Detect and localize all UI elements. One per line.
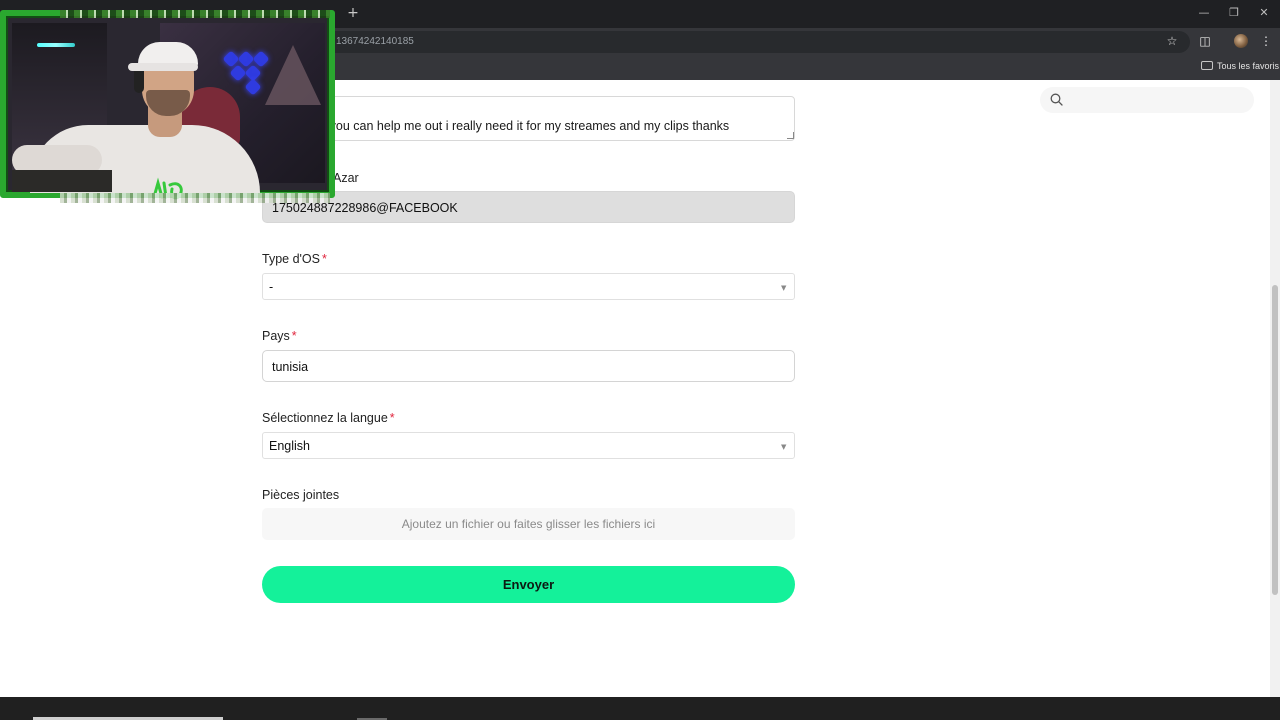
- site-search-input[interactable]: [1040, 87, 1254, 113]
- attachments-label: Pièces jointes: [262, 488, 340, 502]
- language-select[interactable]: [262, 432, 795, 459]
- webcam-wall-panel: [265, 45, 321, 105]
- webcam-border-decoration: [60, 193, 330, 203]
- search-icon: [1050, 93, 1063, 106]
- country-value: tunisia: [272, 360, 309, 374]
- chevron-down-icon: ▼: [781, 284, 787, 292]
- webcam-led-strip: [37, 43, 75, 47]
- country-label: Pays *: [262, 329, 297, 343]
- required-mark: *: [321, 252, 327, 266]
- webcam-border-decoration: [60, 10, 330, 18]
- url-text: 13674242140185: [336, 36, 414, 47]
- address-bar[interactable]: [300, 31, 1190, 53]
- os-type-label: Type d'OS *: [262, 252, 327, 266]
- all-bookmarks-link[interactable]: Tous les favoris: [1217, 60, 1279, 72]
- webcam-person-cap-brim: [128, 63, 198, 71]
- language-value: English: [269, 439, 310, 453]
- os-type-select[interactable]: [262, 273, 795, 300]
- menu-icon[interactable]: ⋮: [1259, 34, 1273, 48]
- restore-icon[interactable]: ❐: [1226, 5, 1242, 21]
- star-icon[interactable]: ☆: [1165, 34, 1179, 48]
- new-tab-button[interactable]: +: [346, 4, 360, 22]
- webcam-desk: [12, 170, 112, 192]
- os-type-value: -: [269, 280, 274, 294]
- country-input[interactable]: [262, 350, 795, 382]
- dropzone-hint: Ajoutez un fichier ou faites glisser les…: [401, 517, 656, 531]
- resize-handle[interactable]: [787, 132, 794, 139]
- minimize-icon[interactable]: —: [1196, 5, 1212, 21]
- description-text: preciate if you can help me out i really…: [272, 119, 730, 133]
- scrollbar-thumb[interactable]: [1272, 285, 1278, 595]
- profile-avatar[interactable]: [1234, 34, 1248, 48]
- chevron-down-icon: ▼: [781, 443, 787, 451]
- close-icon[interactable]: ✕: [1256, 5, 1272, 21]
- webcam-overlay: [0, 5, 335, 203]
- submit-button-label: Envoyer: [502, 577, 555, 592]
- folder-icon: [1201, 61, 1213, 70]
- azar-id-label: Azar: [333, 171, 359, 185]
- screen: + — ❐ ✕ 13674242140185 ☆ ◫ ⋮ Tous les fa…: [0, 0, 1280, 720]
- language-label: Sélectionnez la langue *: [262, 411, 395, 425]
- extensions-icon[interactable]: ◫: [1198, 34, 1212, 48]
- required-mark: *: [291, 329, 297, 343]
- required-mark: *: [389, 411, 395, 425]
